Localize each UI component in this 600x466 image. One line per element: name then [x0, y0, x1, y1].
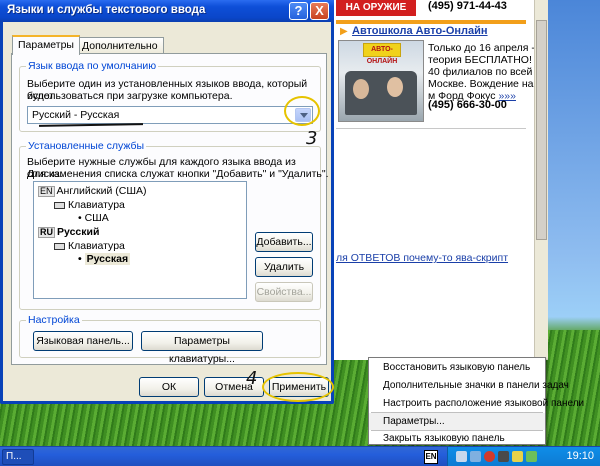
tree-item-english[interactable]: EN Английский (США): [38, 185, 146, 197]
system-tray: 19:10: [447, 447, 600, 466]
tray-volume-icon[interactable]: [470, 451, 481, 462]
ad-phone-bottom: (495) 666-30-00: [428, 99, 507, 111]
language-indicator[interactable]: EN: [424, 450, 438, 464]
tab-advanced[interactable]: Дополнительно: [76, 37, 164, 54]
keyboard-icon: [54, 242, 65, 250]
ad-arrow-icon: ▶: [340, 26, 348, 37]
answers-link[interactable]: ля ОТВЕТОВ почему-то ява-скрипт: [336, 252, 508, 264]
ad-banner-red[interactable]: НА ОРУЖИЕ: [336, 0, 416, 16]
tray-network-icon[interactable]: [456, 451, 467, 462]
scrollbar-thumb[interactable]: [536, 20, 547, 240]
person-icon: [353, 79, 369, 99]
annotation-number-3: 3: [306, 128, 318, 149]
lang-badge: EN: [38, 186, 55, 197]
ad-image[interactable]: АВТО-ОНЛАЙН: [338, 40, 424, 122]
tree-item-label: Английский (США): [56, 185, 147, 197]
taskbar-window-button[interactable]: П...: [2, 449, 34, 465]
tree-item-label: Русская: [84, 253, 131, 265]
person-icon: [387, 77, 403, 97]
tray-app-icon[interactable]: [512, 451, 523, 462]
language-bar-context-menu: Восстановить языковую панель Дополнитель…: [368, 357, 584, 447]
tab-settings[interactable]: Параметры: [12, 35, 80, 55]
tray-app-icon[interactable]: [498, 451, 509, 462]
keyboard-icon: [54, 201, 65, 209]
tree-item-label: США: [84, 212, 109, 224]
annotation-circle-apply: [262, 372, 334, 402]
tree-item-us[interactable]: • США: [78, 212, 109, 224]
help-button[interactable]: ?: [289, 2, 308, 20]
tree-item-keyboard-ru[interactable]: Клавиатура: [54, 240, 125, 252]
taskbar-clock: 19:10: [566, 450, 594, 462]
bullet-icon: •: [78, 253, 85, 265]
annotation-circle-dropdown: [284, 96, 320, 126]
tree-item-russian-layout[interactable]: • Русская: [78, 253, 131, 265]
dialog-titlebar[interactable]: Языки и службы текстового ввода ? X: [0, 0, 334, 22]
dialog-title: Языки и службы текстового ввода: [7, 4, 206, 16]
ad-title-link[interactable]: Автошкола Авто-Онлайн: [352, 25, 488, 37]
installed-services-desc-2: Для изменения списка служат кнопки "Доба…: [27, 168, 329, 180]
properties-button[interactable]: Свойства...: [255, 282, 313, 302]
default-language-desc-2: использоваться при загрузке компьютера.: [27, 90, 233, 102]
divider: [336, 128, 526, 129]
installed-services-legend: Установленные службы: [26, 140, 147, 152]
menu-item-settings[interactable]: Параметры...: [369, 413, 545, 430]
tray-app-icon[interactable]: [526, 451, 537, 462]
tree-item-label: Клавиатура: [68, 199, 125, 211]
taskbar: П... EN 19:10: [0, 446, 600, 466]
ad-text: Только до 16 апреля - теория БЕСПЛАТНО! …: [428, 42, 546, 102]
tree-item-russian[interactable]: RU Русский: [38, 226, 99, 238]
menu-item-close-bar[interactable]: Закрыть языковую панель: [369, 430, 545, 447]
ad-phone-top: (495) 971-44-43: [428, 0, 507, 12]
menu-item-extra-icons[interactable]: Дополнительные значки в панели задач: [369, 377, 569, 394]
annotation-number-4: 4: [246, 368, 258, 389]
text-services-dialog: Языки и службы текстового ввода ? X Пара…: [0, 0, 334, 404]
remove-button[interactable]: Удалить: [255, 257, 313, 277]
browser-scrollbar[interactable]: [534, 0, 548, 360]
default-language-value: Русский - Русская: [32, 109, 120, 121]
ok-button[interactable]: ОК: [139, 377, 199, 397]
tree-item-keyboard-en[interactable]: Клавиатура: [54, 199, 125, 211]
default-language-legend: Язык ввода по умолчанию: [26, 60, 159, 72]
bullet-icon: •: [78, 212, 85, 224]
lang-badge: RU: [38, 227, 55, 238]
add-button[interactable]: Добавить...: [255, 232, 313, 252]
menu-item-restore[interactable]: Восстановить языковую панель: [369, 359, 545, 376]
tree-item-label: Клавиатура: [68, 240, 125, 252]
tray-antivirus-icon[interactable]: [484, 451, 495, 462]
ad-divider: [336, 20, 526, 24]
close-button[interactable]: X: [310, 2, 329, 20]
menu-item-adjust-position[interactable]: Настроить расположение языковой панели: [369, 395, 584, 412]
default-language-select[interactable]: Русский - Русская: [27, 106, 313, 124]
tree-item-label: Русский: [57, 226, 100, 238]
services-tree[interactable]: EN Английский (США) Клавиатура • США RU Ру…: [33, 181, 247, 299]
key-settings-button[interactable]: Параметры клавиатуры...: [141, 331, 263, 365]
settings-legend: Настройка: [26, 314, 82, 326]
ad-text-body: Только до 16 апреля - теория БЕСПЛАТНО! …: [428, 42, 546, 102]
ad-image-sign: АВТО-ОНЛАЙН: [363, 43, 401, 65]
language-bar-button[interactable]: Языковая панель...: [33, 331, 133, 351]
